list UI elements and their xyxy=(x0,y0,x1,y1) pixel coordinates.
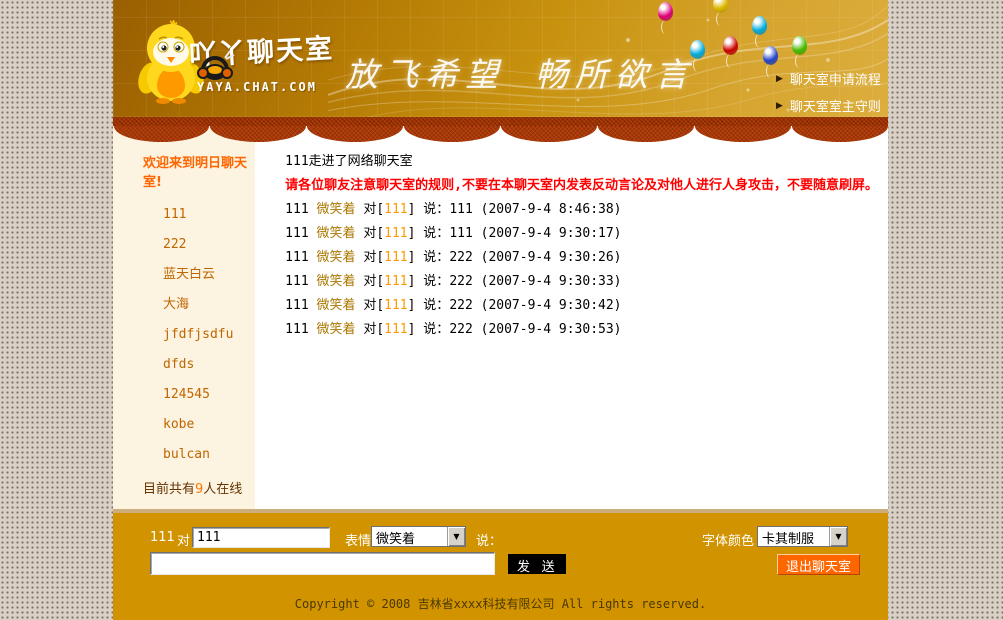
to-input[interactable] xyxy=(192,527,330,548)
copyright-text: Copyright © 2008 吉林省xxxx科技有限公司 All right… xyxy=(294,597,707,611)
slogan-part2: 畅所欲言 xyxy=(535,55,695,94)
online-prefix: 目前共有 xyxy=(143,482,196,497)
chat-log: 111走进了网络聊天室 请各位聊友注意聊天室的规则,不要在本聊天室内发表反动言论… xyxy=(255,126,888,509)
user-list-item[interactable]: jfdfjsdfu xyxy=(163,320,255,350)
link-label: 聊天室申请流程 xyxy=(789,73,881,88)
logo-domain: YAYA.CHAT.COM xyxy=(197,80,317,94)
user-list-item[interactable]: 蓝天白云 xyxy=(163,260,255,290)
arrow-right-icon: ▶ xyxy=(776,100,783,111)
content-area: 欢迎来到明日聊天室! 111 222 蓝天白云 大海 jfdfjsdfu dfds 1245… xyxy=(113,126,888,509)
room-rules-notice: 请各位聊友注意聊天室的规则,不要在本聊天室内发表反动言论及对他人进行人身攻击，不… xyxy=(285,178,878,193)
user-list-item[interactable]: 124545 xyxy=(163,380,255,410)
user-list-item[interactable]: dfds xyxy=(163,350,255,380)
awning-scallop-bump xyxy=(113,126,210,142)
chat-message: 111 微笑着 对[111] 说：111 (2007-9-4 8:46:38) xyxy=(285,202,622,217)
emotion-label: 表情 xyxy=(345,534,372,549)
headset-icon xyxy=(197,50,235,80)
balloon-icon xyxy=(658,2,673,34)
awning-scallop-bump xyxy=(404,126,500,142)
user-list-item[interactable]: kobe xyxy=(163,410,255,440)
exit-chatroom-button[interactable]: 退出聊天室 xyxy=(777,554,861,575)
emotion-select[interactable]: 微笑着 ▼ xyxy=(371,526,466,547)
system-message: 111走进了网络聊天室 xyxy=(285,154,413,169)
link-chatroom-apply[interactable]: ▶ 聊天室申请流程 xyxy=(776,69,881,88)
awning-scallop-bump xyxy=(307,126,404,142)
balloon-icon xyxy=(792,36,807,68)
emotion-select-value: 微笑着 xyxy=(376,532,416,546)
composer-bar: 111 对 表情 微笑着 ▼ 说： 字体颜色 卡其制服 ▼ 发 送 退出聊天室 … xyxy=(113,513,888,620)
link-chatroom-rules[interactable]: ▶ 聊天室室主守则 xyxy=(776,96,881,115)
awning-scallop-bump xyxy=(501,126,597,142)
chevron-down-icon: ▼ xyxy=(447,527,465,546)
user-sidebar: 欢迎来到明日聊天室! 111 222 蓝天白云 大海 jfdfjsdfu dfds 1245… xyxy=(113,126,256,509)
online-user-list: 111 222 蓝天白云 大海 jfdfjsdfu dfds 124545 kobe bulca… xyxy=(143,200,255,470)
chat-message: 111 微笑着 对[111] 说：222 (2007-9-4 9:30:33) xyxy=(285,274,622,289)
arrow-right-icon: ▶ xyxy=(776,73,783,84)
header-links: ▶ 聊天室申请流程 ▶ 聊天室室主守则 xyxy=(776,69,881,117)
user-list-item[interactable]: 222 xyxy=(163,230,255,260)
online-count-text: 目前共有9人在线 xyxy=(143,478,255,497)
user-list-item[interactable]: bulcan xyxy=(163,440,255,470)
user-list-item[interactable]: 111 xyxy=(163,200,255,230)
awning-scallop-bump xyxy=(210,126,307,142)
chat-message: 111 微笑着 对[111] 说：222 (2007-9-4 9:30:53) xyxy=(285,322,622,337)
say-label: 说： xyxy=(476,534,503,549)
balloon-icon xyxy=(690,40,705,72)
message-list: 111 微笑着 对[111] 说：111 (2007-9-4 8:46:38) 1… xyxy=(285,198,878,342)
welcome-text: 欢迎来到明日聊天室! xyxy=(143,156,248,190)
font-color-select-value: 卡其制服 xyxy=(762,532,815,546)
font-color-select[interactable]: 卡其制服 ▼ xyxy=(757,526,848,547)
chat-message: 111 微笑着 对[111] 说：111 (2007-9-4 9:30:17) xyxy=(285,226,622,241)
chat-message: 111 微笑着 对[111] 说：222 (2007-9-4 9:30:42) xyxy=(285,298,622,313)
message-input[interactable] xyxy=(150,552,495,575)
link-label: 聊天室室主守则 xyxy=(789,100,881,115)
to-label: 对 xyxy=(177,534,191,549)
awning-scallop-bump xyxy=(791,126,888,142)
current-username: 111 xyxy=(150,530,175,545)
online-suffix: 人在线 xyxy=(203,482,243,497)
user-list-item[interactable]: 大海 xyxy=(163,290,255,320)
chat-app-window: 吖丫聊天室 YAYA.CHAT.COM 放飞希望 畅所欲言 ▶ 聊天室申请流程 ▶… xyxy=(113,0,888,620)
balloon-icon xyxy=(763,46,778,78)
send-button[interactable]: 发 送 xyxy=(508,554,566,574)
awning-scallop-bump xyxy=(694,126,791,142)
header-banner: 吖丫聊天室 YAYA.CHAT.COM 放飞希望 畅所欲言 ▶ 聊天室申请流程 ▶… xyxy=(113,0,888,117)
awning-scallop-bump xyxy=(597,126,694,142)
balloon-icon xyxy=(752,16,767,48)
awning-strip xyxy=(113,117,888,126)
awning-scallops xyxy=(113,126,888,142)
balloon-icon xyxy=(723,36,738,68)
slogan-part1: 放飞希望 xyxy=(345,55,505,94)
chat-message: 111 微笑着 对[111] 说：222 (2007-9-4 9:30:26) xyxy=(285,250,622,265)
slogan-text: 放飞希望 畅所欲言 xyxy=(345,48,695,96)
font-color-label: 字体颜色 xyxy=(702,534,755,549)
chevron-down-icon: ▼ xyxy=(829,527,847,546)
